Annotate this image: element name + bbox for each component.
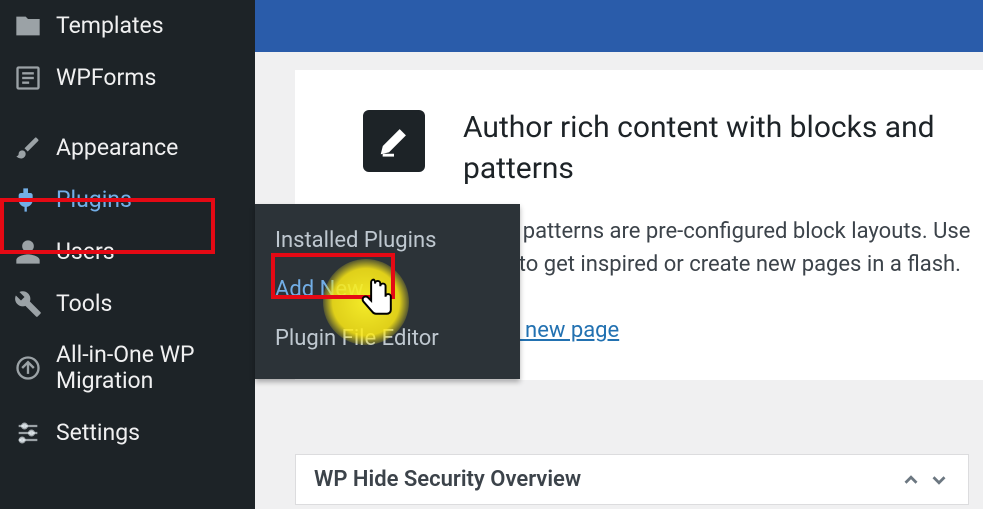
sidebar-item-label: Tools: [56, 291, 112, 317]
sidebar-item-label: All-in-One WP Migration: [56, 342, 241, 395]
sidebar-item-appearance[interactable]: Appearance: [0, 122, 255, 174]
migration-icon: [14, 354, 42, 382]
submenu-plugin-file-editor[interactable]: Plugin File Editor: [275, 314, 520, 363]
sidebar-item-label: Appearance: [56, 135, 178, 161]
sidebar-item-wpforms[interactable]: WPForms: [0, 52, 255, 104]
sidebar-item-label: WPForms: [56, 65, 156, 91]
patterns-body: Block patterns are pre-configured block …: [463, 215, 983, 347]
top-banner: [255, 0, 983, 52]
chevron-up-icon[interactable]: [900, 469, 922, 491]
panel-controls: [900, 469, 950, 491]
sidebar-item-label: Settings: [56, 420, 140, 446]
sidebar-item-label: Templates: [56, 13, 164, 39]
user-icon: [14, 238, 42, 266]
patterns-body-text: Block patterns are pre-configured block …: [463, 219, 970, 277]
overview-title: WP Hide Security Overview: [314, 467, 581, 492]
sidebar-item-label: Users: [56, 239, 115, 265]
sidebar-item-label: Plugins: [56, 187, 132, 213]
sidebar-item-users[interactable]: Users: [0, 226, 255, 278]
submenu-installed-plugins[interactable]: Installed Plugins: [275, 216, 520, 265]
sidebar-item-templates[interactable]: Templates: [0, 0, 255, 52]
submenu-add-new[interactable]: Add New: [275, 265, 520, 314]
form-icon: [14, 64, 42, 92]
sidebar-item-tools[interactable]: Tools: [0, 278, 255, 330]
patterns-title: Author rich content with blocks and patt…: [463, 108, 983, 189]
admin-sidebar: Templates WPForms Appearance Plugins Us: [0, 0, 255, 509]
chevron-down-icon[interactable]: [928, 469, 950, 491]
plugins-submenu: Installed Plugins Add New Plugin File Ed…: [255, 204, 520, 379]
folder-icon: [14, 12, 42, 40]
plug-icon: [14, 186, 42, 214]
sidebar-item-settings[interactable]: Settings: [0, 407, 255, 459]
brush-icon: [14, 134, 42, 162]
sidebar-item-migration[interactable]: All-in-One WP Migration: [0, 330, 255, 407]
wrench-icon: [14, 290, 42, 318]
edit-tile: [363, 110, 425, 172]
sidebar-item-plugins[interactable]: Plugins: [0, 174, 255, 226]
overview-card[interactable]: WP Hide Security Overview: [295, 454, 969, 505]
sliders-icon: [14, 419, 42, 447]
